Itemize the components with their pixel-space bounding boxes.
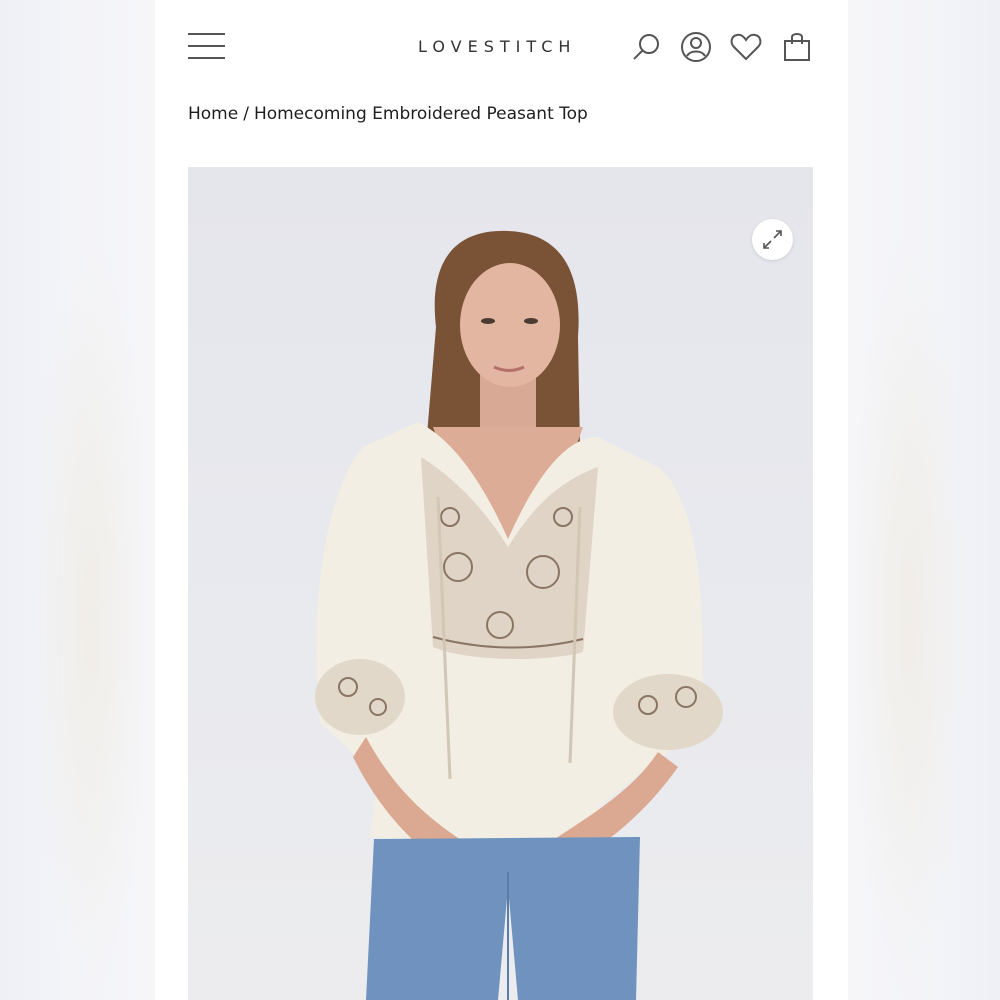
product-photo <box>315 230 723 1000</box>
breadcrumb-separator: / <box>243 104 249 124</box>
wishlist-icon[interactable] <box>729 30 763 64</box>
model-face <box>460 263 560 387</box>
account-icon[interactable] <box>679 30 713 64</box>
breadcrumb-home-link[interactable]: Home <box>188 104 238 124</box>
background-blur-left <box>0 0 155 1000</box>
jeans <box>366 837 640 1000</box>
search-icon[interactable] <box>629 30 663 64</box>
background-blur-right <box>848 0 1000 1000</box>
expand-icon <box>763 230 782 249</box>
expand-image-button[interactable] <box>752 219 793 260</box>
bag-icon[interactable] <box>780 30 814 64</box>
product-page: LOVESTITCH Home / Homecoming Embroidered P… <box>155 0 848 1000</box>
menu-icon[interactable] <box>188 33 226 61</box>
breadcrumb: Home / Homecoming Embroidered Peasant Top <box>188 104 588 124</box>
breadcrumb-current: Homecoming Embroidered Peasant Top <box>253 104 588 124</box>
brand-logo[interactable]: LOVESTITCH <box>418 37 576 56</box>
product-image[interactable] <box>188 167 813 1000</box>
